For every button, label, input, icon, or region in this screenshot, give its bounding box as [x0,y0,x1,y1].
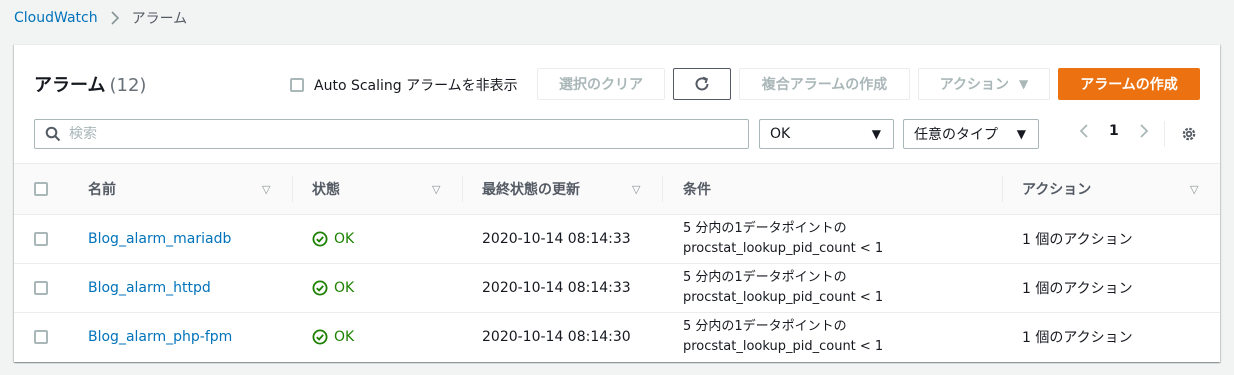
column-header-condition: 条件 [683,164,711,214]
column-header-label: 名前 [88,182,116,198]
pagination: 1 [1077,123,1151,139]
column-header-updated[interactable]: 最終状態の更新 [482,164,580,214]
row-checkbox[interactable] [34,281,48,295]
pager-divider [1164,121,1165,147]
sort-icon[interactable]: ▽ [1190,164,1198,214]
condition-line-1: 5 分内の1データポイントの [683,319,847,334]
alarm-condition: 5 分内の1データポイントの procstat_lookup_pid_count… [683,215,883,263]
sort-icon[interactable]: ▽ [262,164,270,214]
column-divider[interactable] [662,176,663,202]
last-updated: 2020-10-14 08:14:33 [482,280,631,296]
alarm-name-link[interactable]: Blog_alarm_php-fpm [88,313,232,361]
check-circle-icon [312,231,328,247]
check-circle-icon [312,329,328,345]
column-divider[interactable] [462,176,463,202]
column-header-label: 条件 [683,182,711,198]
search-box[interactable] [34,119,749,149]
condition-line-2: procstat_lookup_pid_count < 1 [683,290,884,305]
check-circle-icon [312,280,328,296]
condition-line-2: procstat_lookup_pid_count < 1 [683,339,884,354]
alarm-state-text: OK [334,329,355,345]
row-checkbox-cell[interactable] [34,264,48,312]
alarm-condition: 5 分内の1データポイントの procstat_lookup_pid_count… [683,313,883,361]
alarm-name-link[interactable]: Blog_alarm_mariadb [88,215,231,263]
sort-icon[interactable]: ▽ [432,164,440,214]
condition-line-1: 5 分内の1データポイントの [683,270,847,285]
row-checkbox[interactable] [34,232,48,246]
breadcrumb-current: アラーム [131,11,188,27]
type-filter-select[interactable]: 任意のタイプ ▼ [903,119,1039,149]
row-checkbox-cell[interactable] [34,215,48,263]
next-page-icon[interactable] [1137,123,1151,139]
column-header-name[interactable]: 名前 [88,164,116,214]
row-checkbox[interactable] [34,330,48,344]
actions-dropdown-button[interactable]: アクション ▼ [918,68,1050,100]
refresh-icon [693,75,711,93]
alarm-actions-count: 1 個のアクション [1022,330,1133,346]
caret-down-icon: ▼ [1016,127,1026,141]
column-header-label: アクション [1022,182,1092,198]
state-filter-select[interactable]: OK ▼ [759,119,894,149]
last-updated: 2020-10-14 08:14:30 [482,329,631,345]
hide-autoscaling-toggle[interactable]: Auto Scaling アラームを非表示 [290,75,518,95]
breadcrumb: CloudWatch アラーム [14,8,187,28]
alarm-actions-count: 1 個のアクション [1022,232,1133,248]
alarm-state-text: OK [334,280,355,296]
chevron-right-icon [110,11,120,25]
alarm-state: OK [312,313,354,361]
alarm-count: (12) [109,75,147,96]
row-checkbox-cell[interactable] [34,313,48,361]
page-title-text: アラーム [34,75,106,96]
gear-icon[interactable] [1180,125,1198,143]
previous-page-icon[interactable] [1077,123,1091,139]
column-header-label: 最終状態の更新 [482,182,580,198]
alarm-condition: 5 分内の1データポイントの procstat_lookup_pid_count… [683,264,883,312]
search-input[interactable] [69,126,748,142]
create-alarm-button[interactable]: アラームの作成 [1058,68,1200,100]
page-title: アラーム (12) [34,71,146,97]
alarm-actions-count: 1 個のアクション [1022,281,1133,297]
table-header: 名前 ▽ 状態 ▽ 最終状態の更新 ▽ 条件 アクション ▽ [14,163,1220,215]
hide-autoscaling-label: Auto Scaling アラームを非表示 [314,78,518,94]
breadcrumb-cloudwatch-link[interactable]: CloudWatch [14,10,98,26]
hide-autoscaling-checkbox[interactable] [290,78,304,92]
alarms-panel: アラーム (12) Auto Scaling アラームを非表示 選択のクリア 複合… [14,44,1220,362]
alarm-name-link[interactable]: Blog_alarm_httpd [88,264,211,312]
condition-line-2: procstat_lookup_pid_count < 1 [683,241,884,256]
table-row: Blog_alarm_httpd OK 2020-10-14 08:14:33 … [14,264,1220,313]
column-divider[interactable] [1002,176,1003,202]
column-divider[interactable] [292,176,293,202]
page-number[interactable]: 1 [1109,123,1119,139]
table-row: Blog_alarm_mariadb OK 2020-10-14 08:14:3… [14,215,1220,264]
refresh-button[interactable] [673,68,731,100]
create-composite-alarm-button[interactable]: 複合アラームの作成 [739,68,910,100]
search-icon [45,126,61,142]
clear-selection-button[interactable]: 選択のクリア [537,68,665,100]
state-filter-value: OK [770,126,791,142]
actions-dropdown-label: アクション [939,77,1010,93]
type-filter-value: 任意のタイプ [914,127,998,143]
caret-down-icon: ▼ [871,127,881,141]
table-row: Blog_alarm_php-fpm OK 2020-10-14 08:14:3… [14,313,1220,362]
column-header-state[interactable]: 状態 [312,164,340,214]
alarm-state: OK [312,264,354,312]
last-updated: 2020-10-14 08:14:33 [482,231,631,247]
alarms-table: 名前 ▽ 状態 ▽ 最終状態の更新 ▽ 条件 アクション ▽ Blog_alar… [14,163,1220,362]
alarm-state: OK [312,215,354,263]
condition-line-1: 5 分内の1データポイントの [683,221,847,236]
column-header-label: 状態 [312,182,340,198]
sort-icon[interactable]: ▽ [632,164,640,214]
column-header-actions[interactable]: アクション [1022,164,1091,214]
caret-down-icon: ▼ [1019,77,1029,91]
alarm-state-text: OK [334,231,355,247]
select-all-checkbox[interactable] [34,182,48,196]
